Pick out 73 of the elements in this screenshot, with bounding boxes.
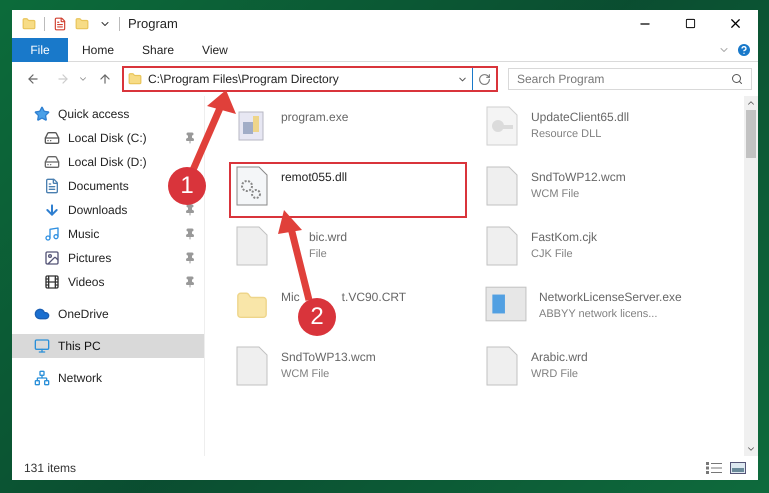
file-name[interactable]: remot055.dll (281, 168, 348, 186)
sidebar-item[interactable]: Downloads (68, 201, 128, 219)
ribbon-tab[interactable]: Share (128, 38, 188, 62)
address-bar[interactable]: C:\Program Files\Program Directory (122, 66, 498, 92)
sidebar-item[interactable]: OneDrive (58, 305, 109, 323)
file-name[interactable]: SndToWP13.wcm (281, 348, 376, 366)
file-type: File (309, 247, 328, 262)
maximize-icon[interactable] (685, 18, 696, 29)
sidebar-item[interactable]: Videos (68, 273, 104, 291)
tiles-view-icon[interactable] (730, 462, 746, 474)
drive-icon (44, 154, 60, 170)
file-name[interactable]: bic.wrd (309, 228, 348, 246)
download-icon (44, 202, 60, 218)
file-icon (485, 166, 519, 206)
file-name[interactable]: UpdateClient65.dll (531, 108, 630, 126)
folder-icon (22, 16, 36, 32)
help-icon[interactable] (736, 42, 752, 58)
file-type: WCM File (531, 187, 580, 202)
close-icon[interactable] (728, 16, 743, 31)
ribbon-tab[interactable]: Home (68, 38, 128, 62)
monitor-icon (34, 338, 50, 354)
search-field[interactable]: Search Program (508, 68, 752, 90)
file-icon (485, 226, 519, 266)
network-icon (34, 370, 50, 386)
sidebar-item[interactable]: Local Disk (D:) (68, 153, 147, 171)
file-icon (235, 226, 269, 266)
back-icon[interactable] (26, 72, 40, 86)
up-icon[interactable] (98, 72, 112, 86)
cloud-icon (34, 306, 50, 322)
key-file-icon (485, 106, 519, 146)
details-view-icon[interactable] (706, 462, 722, 474)
application-icon (485, 286, 527, 322)
search-input[interactable]: Search Program (509, 70, 731, 88)
window-title: Program (128, 15, 178, 34)
ribbon-tab[interactable]: View (188, 38, 242, 62)
sidebar-item[interactable]: Music (68, 225, 100, 243)
sidebar-item[interactable]: Network (58, 369, 102, 387)
document-icon (44, 178, 60, 194)
search-icon[interactable] (731, 73, 743, 85)
sidebar-item[interactable]: Local Disk (C:) (68, 129, 147, 147)
file-type: WCM File (281, 367, 330, 382)
sidebar-item[interactable]: Quick access (58, 105, 130, 123)
file-icon (235, 346, 269, 386)
sidebar-item[interactable]: Documents (68, 177, 129, 195)
star-icon (34, 106, 50, 122)
file-type: CJK File (531, 247, 574, 262)
file-name[interactable]: Arabic.wrd (531, 348, 588, 366)
file-name[interactable]: NetworkLicenseServer.exe (539, 288, 682, 306)
film-icon (44, 274, 60, 290)
item-count: 131 items (24, 460, 76, 477)
music-note-icon (44, 226, 60, 242)
properties-icon (53, 16, 67, 32)
file-type: WRD File (531, 367, 580, 382)
file-name[interactable]: t.VC90.CRT (342, 288, 406, 306)
picture-icon (44, 250, 60, 266)
new-folder-icon (75, 16, 89, 32)
scrollbar[interactable] (744, 96, 758, 456)
refresh-icon[interactable] (478, 72, 491, 86)
scroll-thumb[interactable] (746, 110, 756, 158)
file-type: Resource DLL (531, 127, 602, 142)
file-name[interactable]: program.exe (281, 108, 348, 126)
file-type: ABBYY network licens... (539, 307, 658, 322)
file-name[interactable]: SndToWP12.wcm (531, 168, 626, 186)
drive-icon (44, 130, 60, 146)
file-name[interactable]: Mic (281, 288, 300, 306)
file-icon (485, 346, 519, 386)
ribbon-tab[interactable]: File (12, 38, 68, 62)
sidebar-item[interactable]: Pictures (68, 249, 112, 267)
sidebar-item[interactable]: This PC (58, 337, 101, 355)
gear-file-icon (235, 166, 269, 206)
folder-icon (128, 71, 142, 87)
file-name[interactable]: FastKom.cjk (531, 228, 598, 246)
address-path: C:\Program Files\Program Directory (148, 71, 340, 88)
